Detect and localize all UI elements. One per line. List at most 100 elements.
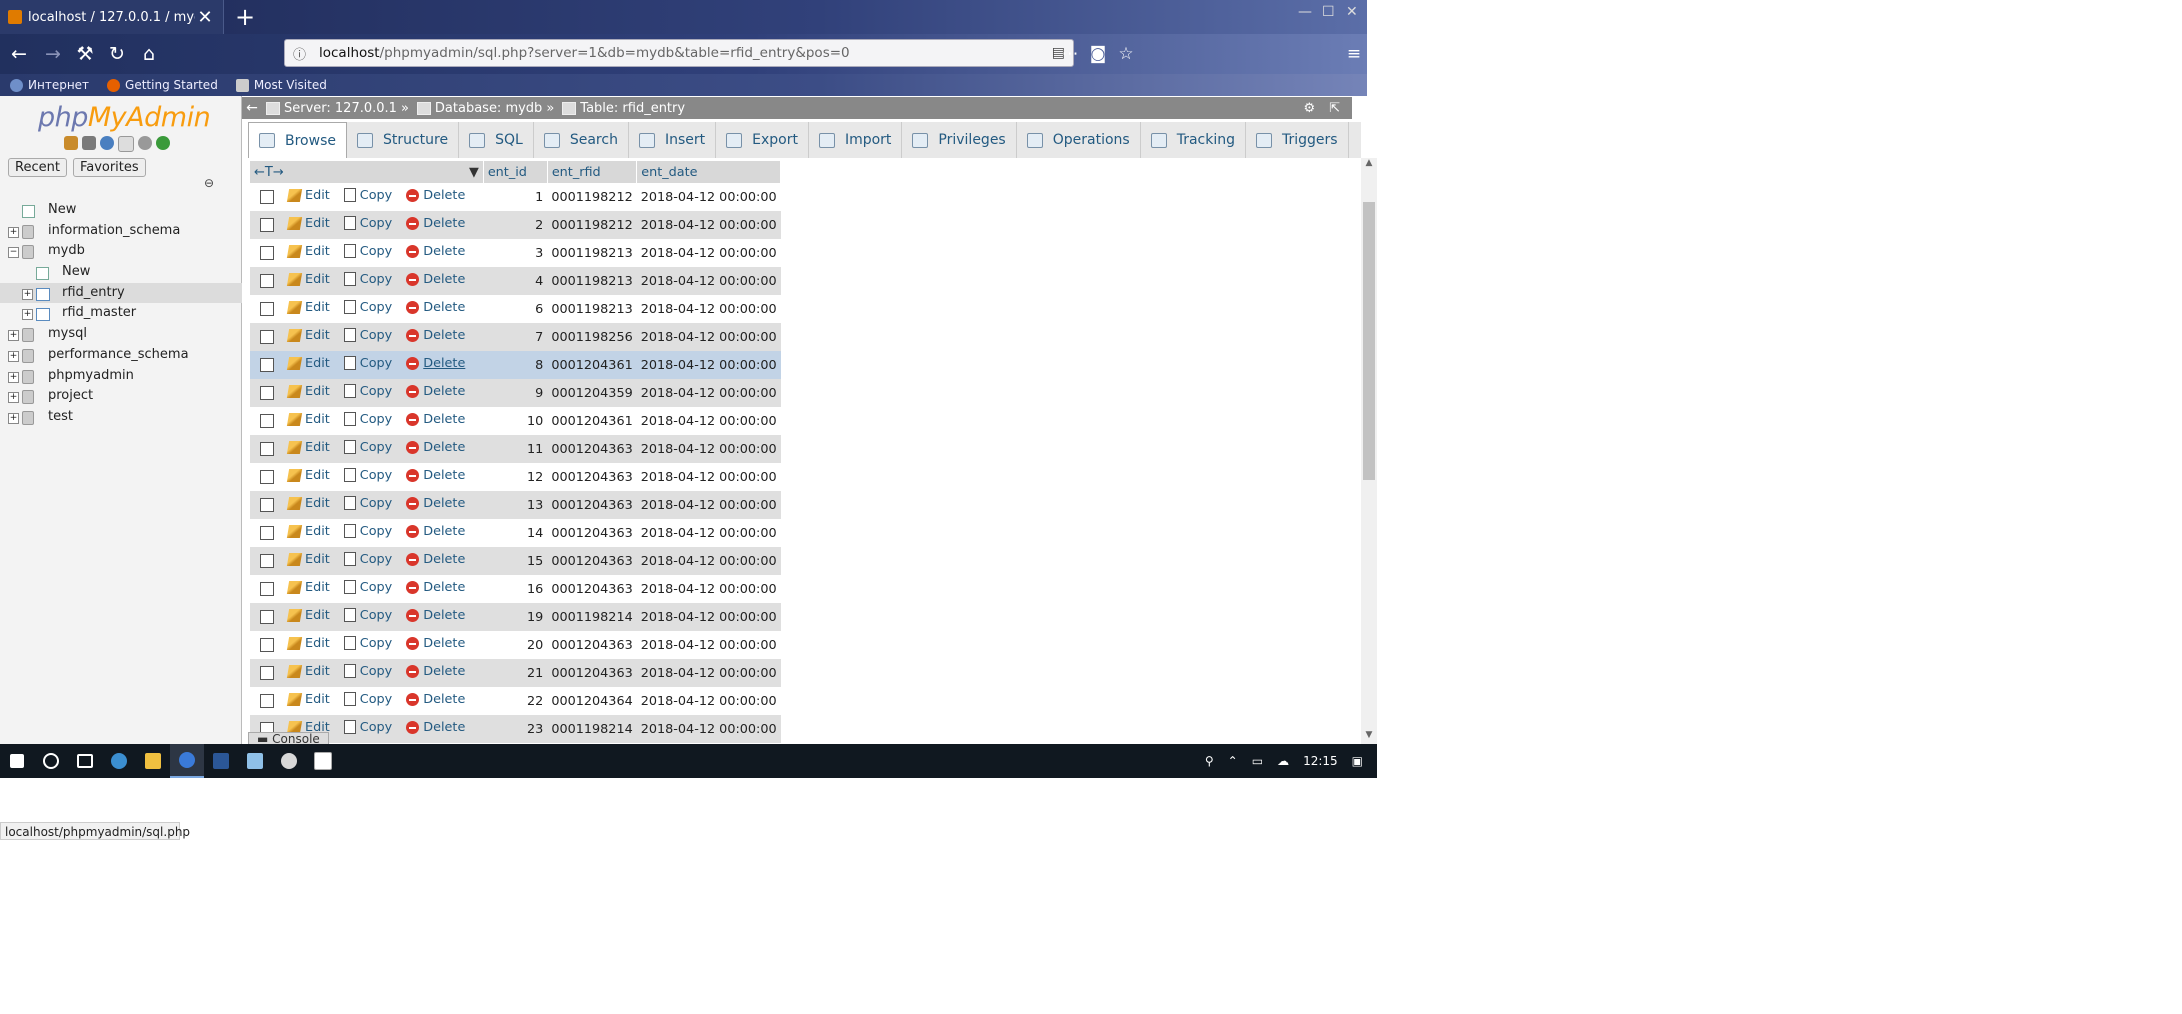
word-button[interactable]	[204, 744, 238, 778]
settings-icon[interactable]	[138, 136, 152, 150]
row-checkbox[interactable]	[260, 470, 274, 484]
delete-link[interactable]: Delete	[406, 216, 465, 231]
edit-link[interactable]: Edit	[286, 552, 330, 567]
people-icon[interactable]: ⚲	[1205, 754, 1214, 768]
tree-item-project[interactable]: + project	[0, 386, 242, 407]
row-checkbox[interactable]	[260, 694, 274, 708]
cell-ent-id[interactable]: 21	[527, 666, 543, 681]
tree-item-New[interactable]: New	[0, 200, 242, 221]
recent-button[interactable]: Recent	[8, 158, 67, 177]
row-checkbox[interactable]	[260, 190, 274, 204]
cell-ent-date[interactable]: 2018-04-12 00:00:00	[641, 386, 777, 401]
expand-icon[interactable]: +	[22, 288, 33, 300]
copy-link[interactable]: Copy	[343, 216, 392, 231]
paint-button[interactable]	[272, 744, 306, 778]
expand-icon[interactable]: +	[8, 412, 19, 424]
delete-link[interactable]: Delete	[406, 188, 465, 203]
tab-insert[interactable]: Insert	[629, 122, 717, 158]
cell-ent-date[interactable]: 2018-04-12 00:00:00	[641, 414, 777, 429]
cell-ent-rfid[interactable]: 0001198256	[551, 330, 632, 345]
delete-link[interactable]: Delete	[406, 608, 465, 623]
tree-item-rfid-entry[interactable]: + rfid_entry	[0, 282, 242, 304]
copy-link[interactable]: Copy	[343, 188, 392, 203]
cell-ent-date[interactable]: 2018-04-12 00:00:00	[641, 554, 777, 569]
row-checkbox[interactable]	[260, 246, 274, 260]
tab-privileges[interactable]: Privileges	[902, 122, 1017, 158]
delete-link[interactable]: Delete	[406, 524, 465, 539]
expand-icon[interactable]: +	[8, 226, 19, 238]
edit-link[interactable]: Edit	[286, 496, 330, 511]
row-checkbox[interactable]	[260, 330, 274, 344]
row-checkbox[interactable]	[260, 358, 274, 372]
tab-sql[interactable]: SQL	[459, 122, 534, 158]
home-icon[interactable]	[64, 136, 78, 150]
row-checkbox[interactable]	[260, 274, 274, 288]
row-checkbox[interactable]	[260, 582, 274, 596]
delete-link[interactable]: Delete	[406, 300, 465, 315]
tab-import[interactable]: Import	[809, 122, 903, 158]
cell-ent-id[interactable]: 8	[535, 358, 543, 373]
cell-ent-id[interactable]: 13	[527, 498, 543, 513]
cloud-icon[interactable]: ☁	[1277, 754, 1289, 768]
tree-item-mydb[interactable]: − mydb	[0, 241, 242, 262]
cell-ent-date[interactable]: 2018-04-12 00:00:00	[641, 358, 777, 373]
copy-link[interactable]: Copy	[343, 272, 392, 287]
home-icon[interactable]: ⌂	[136, 41, 162, 67]
tab-structure[interactable]: Structure	[347, 122, 460, 158]
cell-ent-rfid[interactable]: 0001204359	[551, 386, 632, 401]
reload-icon[interactable]: ↻	[104, 41, 130, 67]
copy-link[interactable]: Copy	[343, 636, 392, 651]
tree-item-mysql[interactable]: + mysql	[0, 324, 242, 345]
row-checkbox[interactable]	[260, 386, 274, 400]
copy-link[interactable]: Copy	[343, 720, 392, 735]
clock[interactable]: 12:15	[1303, 754, 1338, 768]
pma-logo[interactable]: phpMyAdmin	[38, 102, 211, 133]
row-checkbox[interactable]	[260, 414, 274, 428]
cell-ent-id[interactable]: 6	[535, 302, 543, 317]
cell-ent-id[interactable]: 16	[527, 582, 543, 597]
cell-ent-rfid[interactable]: 0001204361	[551, 358, 632, 373]
column-header-ent-id[interactable]: ent_id	[483, 161, 548, 183]
explorer-button[interactable]	[136, 744, 170, 778]
cell-ent-rfid[interactable]: 0001204363	[551, 666, 632, 681]
cell-ent-id[interactable]: 15	[527, 554, 543, 569]
cell-ent-rfid[interactable]: 0001198214	[551, 722, 632, 737]
edit-link[interactable]: Edit	[286, 664, 330, 679]
edit-link[interactable]: Edit	[286, 608, 330, 623]
row-checkbox[interactable]	[260, 666, 274, 680]
row-checkbox[interactable]	[260, 610, 274, 624]
docs-icon[interactable]	[118, 136, 134, 152]
notifications-icon[interactable]: ▣	[1352, 754, 1363, 768]
bookmark-internet[interactable]: Интернет	[10, 78, 89, 92]
tree-item-test[interactable]: + test	[0, 407, 242, 428]
cell-ent-rfid[interactable]: 0001204363	[551, 582, 632, 597]
firefox-button[interactable]	[170, 744, 204, 778]
edit-link[interactable]: Edit	[286, 468, 330, 483]
browser-tab[interactable]: localhost / 127.0.0.1 / mydb / ✕	[0, 0, 224, 34]
cell-ent-rfid[interactable]: 0001198213	[551, 246, 632, 261]
cell-ent-date[interactable]: 2018-04-12 00:00:00	[641, 470, 777, 485]
cell-ent-id[interactable]: 12	[527, 470, 543, 485]
edge-button[interactable]	[102, 744, 136, 778]
logout-icon[interactable]	[82, 136, 96, 150]
cell-ent-date[interactable]: 2018-04-12 00:00:00	[641, 274, 777, 289]
link-with-main-icon[interactable]: ⊖	[204, 176, 214, 190]
cell-ent-id[interactable]: 1	[535, 190, 543, 205]
edit-link[interactable]: Edit	[286, 440, 330, 455]
edit-link[interactable]: Edit	[286, 692, 330, 707]
column-header-ent-date[interactable]: ent_date	[636, 161, 782, 183]
cell-ent-id[interactable]: 7	[535, 330, 543, 345]
back-icon[interactable]: ←	[6, 41, 32, 67]
cell-ent-id[interactable]: 20	[527, 638, 543, 653]
wrench-icon[interactable]: ⚒	[72, 41, 98, 67]
edit-link[interactable]: Edit	[286, 524, 330, 539]
cell-ent-rfid[interactable]: 0001204363	[551, 554, 632, 569]
cell-ent-date[interactable]: 2018-04-12 00:00:00	[641, 190, 777, 205]
delete-link[interactable]: Delete	[406, 552, 465, 567]
delete-link[interactable]: Delete	[406, 384, 465, 399]
row-checkbox[interactable]	[260, 554, 274, 568]
breadcrumb-server[interactable]: Server: 127.0.0.1	[266, 101, 397, 116]
edit-link[interactable]: Edit	[286, 356, 330, 371]
delete-link[interactable]: Delete	[406, 468, 465, 483]
tab-search[interactable]: Search	[534, 122, 629, 158]
